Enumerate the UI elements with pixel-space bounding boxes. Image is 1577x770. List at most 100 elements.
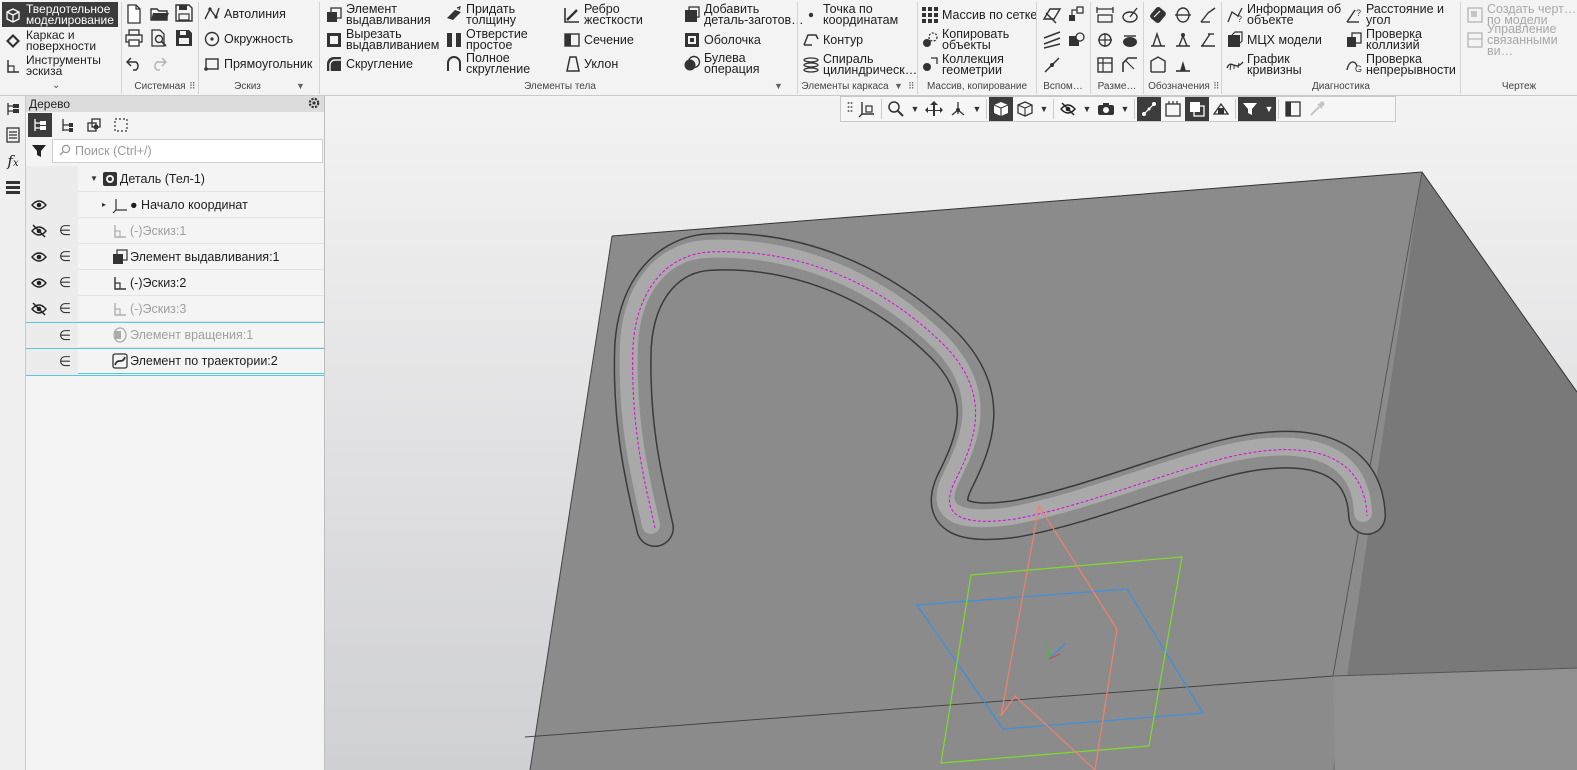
tree-item-revolve-1[interactable]: ∈ Элемент вращения:1 bbox=[26, 322, 324, 349]
properties-panel-icon[interactable] bbox=[0, 122, 26, 148]
filter-icon[interactable] bbox=[26, 138, 52, 164]
diameter-dimension-icon[interactable] bbox=[1095, 30, 1115, 53]
collapse-arrow-icon[interactable]: ▼ bbox=[90, 174, 98, 183]
chamfer-dimension-icon[interactable] bbox=[1120, 55, 1140, 78]
circle-button[interactable]: Окружность bbox=[203, 27, 293, 51]
visibility-eye-icon[interactable] bbox=[26, 270, 52, 296]
contour-button[interactable]: Контур bbox=[802, 28, 863, 52]
surface-finish-icon[interactable] bbox=[1173, 5, 1193, 28]
helix-button[interactable]: Спираль цилиндрическ… bbox=[802, 53, 917, 77]
redo-icon[interactable] bbox=[150, 54, 170, 76]
tree-item-sketch-3[interactable]: ∈ (-)Эскиз:3 bbox=[26, 296, 324, 322]
tree-item-part[interactable]: ▼ Деталь (Тел-1) bbox=[26, 166, 324, 192]
rotate-dropdown-icon[interactable]: ▼ bbox=[970, 97, 984, 121]
layers-panel-icon[interactable] bbox=[0, 174, 26, 200]
copy-objects-button[interactable]: Копировать объекты bbox=[921, 28, 1009, 52]
display-dropdown-icon[interactable]: ▼ bbox=[1037, 97, 1051, 121]
collision-check-button[interactable]: Проверка коллизий bbox=[1345, 28, 1422, 52]
tree-panel-icon[interactable] bbox=[0, 96, 26, 122]
constraints-icon[interactable] bbox=[1137, 97, 1161, 121]
camera-icon[interactable] bbox=[1094, 97, 1118, 121]
full-round-button[interactable]: Полное скругление bbox=[445, 52, 530, 76]
curvature-graph-button[interactable]: График кривизны bbox=[1226, 53, 1302, 77]
new-file-icon[interactable] bbox=[125, 4, 145, 26]
aux-local-cs-icon[interactable] bbox=[1067, 30, 1087, 53]
shaded-view-icon[interactable] bbox=[989, 97, 1013, 121]
model-info-icon[interactable] bbox=[1209, 97, 1233, 121]
tree-components-icon[interactable] bbox=[82, 113, 106, 137]
continuity-check-button[interactable]: G Проверка непрерывности bbox=[1345, 53, 1456, 77]
radial-dimension-icon[interactable] bbox=[1120, 5, 1140, 28]
rotate-icon[interactable] bbox=[946, 97, 970, 121]
rectangle-button[interactable]: Прямоугольник bbox=[203, 52, 312, 76]
tree-item-sketch-2[interactable]: ∈ (-)Эскиз:2 bbox=[26, 270, 324, 296]
filter-dropdown-icon[interactable]: ▼ bbox=[1262, 97, 1276, 121]
extrude-button[interactable]: Элемент выдавливания bbox=[325, 3, 431, 27]
add-blank-button[interactable]: Добавить деталь-заготов… bbox=[683, 3, 804, 27]
wireframe-view-icon[interactable] bbox=[1013, 97, 1037, 121]
expand-ribbon-icon[interactable]: ⌄ bbox=[52, 80, 60, 91]
point-by-coords-button[interactable]: Точка по координатам bbox=[802, 3, 898, 27]
section-view-icon[interactable] bbox=[1161, 97, 1185, 121]
thread-icon[interactable] bbox=[1148, 5, 1168, 28]
hide-dropdown-icon[interactable]: ▼ bbox=[1080, 97, 1094, 121]
group-settings-icon[interactable]: ⠿ bbox=[1213, 81, 1220, 92]
zoom-dropdown-icon[interactable]: ▼ bbox=[908, 97, 922, 121]
base-icon[interactable] bbox=[1173, 30, 1193, 53]
eyedropper-icon[interactable] bbox=[1305, 97, 1329, 121]
cut-extrude-button[interactable]: Вырезать выдавливанием bbox=[325, 28, 439, 52]
auto-dimension-icon[interactable] bbox=[1095, 55, 1115, 78]
inclusion-icon[interactable]: ∈ bbox=[52, 322, 78, 348]
angle-dimension-icon[interactable] bbox=[1120, 30, 1140, 53]
inclusion-icon[interactable]: ∈ bbox=[52, 270, 78, 296]
aux-line-icon[interactable] bbox=[1042, 55, 1062, 78]
roughness-icon[interactable] bbox=[1148, 30, 1168, 53]
print-icon[interactable] bbox=[125, 29, 145, 51]
mode-wireframe-surfaces[interactable]: Каркас и поверхности bbox=[2, 28, 118, 53]
save-all-icon[interactable] bbox=[175, 29, 195, 51]
aux-plane-icon[interactable] bbox=[1042, 5, 1062, 28]
boolean-button[interactable]: Булева операция bbox=[683, 52, 760, 76]
undo-icon[interactable] bbox=[125, 54, 145, 76]
tree-hierarchy-icon[interactable] bbox=[55, 113, 79, 137]
pan-icon[interactable] bbox=[922, 97, 946, 121]
tree-structure-icon[interactable] bbox=[28, 113, 52, 137]
tree-item-origin[interactable]: ▸ ● Начало координат bbox=[26, 192, 324, 218]
simple-hole-button[interactable]: Отверстие простое bbox=[445, 28, 528, 52]
hidden-eye-icon[interactable] bbox=[26, 296, 52, 322]
visibility-eye-icon[interactable] bbox=[26, 244, 52, 270]
mark-icon[interactable] bbox=[1148, 55, 1168, 78]
mode-sketch-tools[interactable]: Инструменты эскиза bbox=[2, 53, 118, 78]
position-tolerance-icon[interactable] bbox=[1198, 30, 1218, 53]
group-dropdown-icon[interactable]: ▼ bbox=[774, 81, 783, 91]
group-dropdown-icon[interactable]: ▼ bbox=[894, 81, 903, 91]
inclusion-icon[interactable]: ∈ bbox=[52, 244, 78, 270]
weld-icon[interactable] bbox=[1173, 55, 1193, 78]
thicken-button[interactable]: Придать толщину bbox=[445, 3, 516, 27]
rib-button[interactable]: Ребро жесткости bbox=[563, 3, 643, 27]
mode-solid-modeling[interactable]: Твердотельное моделирование bbox=[2, 2, 118, 27]
zoom-icon[interactable] bbox=[884, 97, 908, 121]
manage-views-button[interactable]: Управление связанными ви… bbox=[1466, 22, 1577, 57]
group-dropdown-icon[interactable]: ▼ bbox=[296, 81, 305, 91]
group-settings-icon[interactable]: ⠿ bbox=[908, 81, 915, 92]
gear-icon[interactable] bbox=[307, 96, 321, 113]
expand-arrow-icon[interactable]: ▸ bbox=[102, 200, 106, 209]
hide-objects-icon[interactable] bbox=[1056, 97, 1080, 121]
save-icon[interactable] bbox=[175, 4, 195, 26]
variables-fx-icon[interactable]: fx bbox=[0, 148, 26, 174]
tree-item-sweep-2[interactable]: ∈ Элемент по траектории:2 bbox=[26, 348, 324, 376]
aux-offset-plane-icon[interactable] bbox=[1042, 30, 1062, 53]
open-folder-icon[interactable] bbox=[150, 4, 170, 26]
orientation-icon[interactable] bbox=[855, 97, 879, 121]
layers-view-icon[interactable] bbox=[1185, 97, 1209, 121]
draft-button[interactable]: Уклон bbox=[563, 52, 618, 76]
block-front-face[interactable] bbox=[1333, 668, 1577, 770]
selection-filter-icon[interactable] bbox=[1238, 97, 1262, 121]
grid-array-button[interactable]: Массив по сетке bbox=[921, 3, 1037, 27]
geometry-collection-button[interactable]: Коллекция геометрии bbox=[921, 53, 1004, 77]
distance-angle-button[interactable]: ? Расстояние и угол bbox=[1345, 3, 1444, 27]
camera-dropdown-icon[interactable]: ▼ bbox=[1118, 97, 1132, 121]
aux-axis-icon[interactable] bbox=[1067, 5, 1087, 28]
mass-props-button[interactable]: МЦХ модели bbox=[1226, 28, 1322, 52]
